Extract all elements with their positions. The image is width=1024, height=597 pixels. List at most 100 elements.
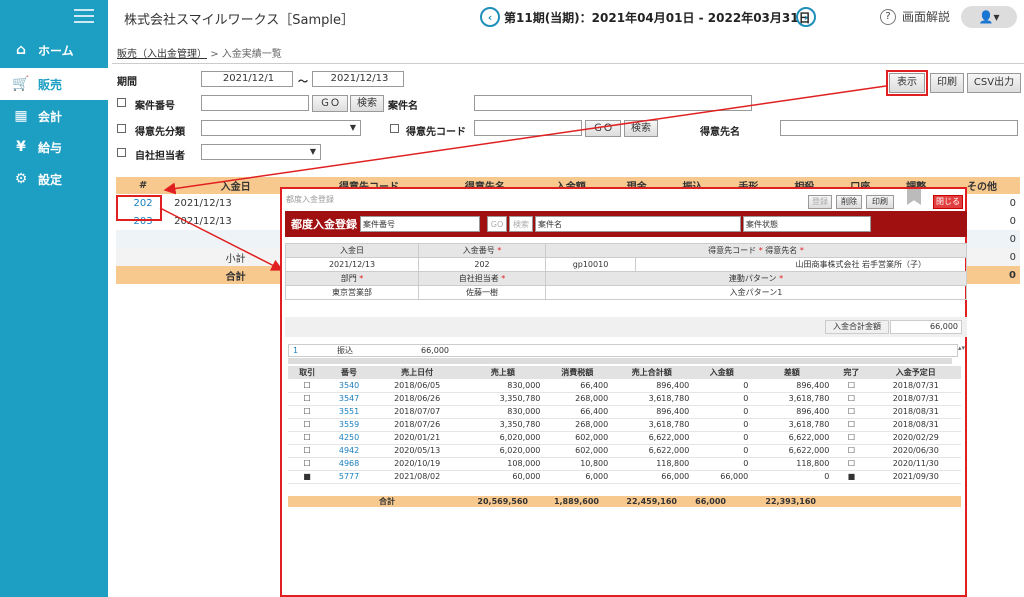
client-name-value: 山田商事株式会社 岩手営業所（子） (635, 257, 967, 272)
detail-done[interactable]: ☐ (832, 392, 871, 406)
staff-checkbox[interactable] (117, 148, 126, 157)
help-link[interactable]: ? 画面解説 (880, 8, 950, 25)
detail-chk[interactable]: ☐ (288, 431, 327, 445)
case-no-input[interactable] (201, 95, 309, 111)
nav-item-sales[interactable]: 🛒 販売 (0, 68, 108, 100)
client-code-value[interactable]: gp10010 (545, 257, 636, 272)
detail-no[interactable]: 3547 (326, 392, 372, 406)
date-value[interactable]: 2021/12/13 (285, 257, 419, 272)
client-cat-select[interactable]: ▼ (201, 120, 361, 136)
detail-no[interactable]: 4942 (326, 444, 372, 458)
detail-done[interactable]: ■ (832, 470, 871, 484)
search-button-2[interactable]: 検索 (624, 120, 658, 137)
next-period-icon[interactable]: › (796, 7, 816, 27)
detail-no[interactable]: 4968 (326, 457, 372, 471)
delete-button[interactable]: 削除 (836, 195, 862, 209)
detail-row: ☐ 4968 2020/10/19 108,000 10,800 118,800 0 118,… (288, 457, 961, 471)
detail-row: ☐ 3551 2018/07/07 830,000 66,400 896,400 0 896,… (288, 405, 961, 419)
go-button-2[interactable]: ＧＯ (585, 120, 621, 137)
detail-no[interactable]: 4250 (326, 431, 372, 445)
col-header: # (116, 177, 171, 194)
hamburger-menu-icon[interactable] (74, 9, 94, 23)
client-name-input[interactable] (780, 120, 1018, 136)
detail-done[interactable]: ☐ (832, 431, 871, 445)
modal-go-button[interactable]: GO (487, 216, 507, 232)
user-menu-button[interactable]: 👤▾ (961, 6, 1017, 28)
detail-chk[interactable]: ☐ (288, 379, 327, 393)
staff-label: 自社担当者 (135, 151, 185, 162)
detail-no[interactable]: 5777 (326, 470, 372, 484)
detail-no[interactable]: 3559 (326, 418, 372, 432)
detail-no[interactable]: 3551 (326, 405, 372, 419)
detail-done[interactable]: ☐ (832, 457, 871, 471)
detail-paid: 0 (692, 444, 752, 458)
detail-row: ☐ 3559 2018/07/26 3,350,780 268,000 3,618,780… (288, 418, 961, 432)
detail-chk[interactable]: ☐ (288, 392, 327, 406)
print-button[interactable]: 印刷 (930, 73, 964, 93)
case-name-input[interactable] (474, 95, 752, 111)
payment-modal: 都度入金登録 登録 削除 印刷 閉じる 都度入金登録 案件番号 GO 検索 案件… (280, 187, 967, 597)
detail-done[interactable]: ☐ (832, 405, 871, 419)
register-button[interactable]: 登録 (808, 195, 832, 209)
modal-case-name-field[interactable]: 案件名 (535, 216, 741, 232)
detail-total: 66,000 (611, 470, 693, 484)
period-label: 期間 (117, 77, 137, 88)
client-cat-checkbox[interactable] (117, 124, 126, 133)
client-code-input[interactable] (474, 120, 582, 136)
date-to-input[interactable]: 2021/12/13 (312, 71, 404, 87)
client-name-label: 得意先名 (700, 127, 740, 138)
question-icon: ? (880, 8, 896, 25)
case-no-checkbox[interactable] (117, 98, 126, 107)
pattern-value[interactable]: 入金パターン1 (545, 285, 967, 300)
user-icon: 👤▾ (978, 10, 1000, 24)
detail-sales: 60,000 (462, 470, 544, 484)
detail-done[interactable]: ☐ (832, 444, 871, 458)
modal-case-no-field[interactable]: 案件番号 (360, 216, 480, 232)
modal-search-button[interactable]: 検索 (509, 216, 533, 232)
prev-period-icon[interactable]: ‹ (480, 7, 500, 27)
detail-diff: 896,400 (751, 405, 833, 419)
detail-col-header: 完了 (832, 366, 871, 379)
tilde: ～ (298, 77, 308, 88)
date-from-input[interactable]: 2021/12/1 (201, 71, 293, 87)
no-value[interactable]: 202 (418, 257, 546, 272)
bookmark-icon[interactable] (907, 189, 921, 205)
detail-done[interactable]: ☐ (832, 418, 871, 432)
detail-chk[interactable]: ☐ (288, 444, 327, 458)
detail-col-header: 売上合計額 (611, 366, 693, 379)
row-number-link[interactable] (116, 230, 170, 248)
nav-item-settings[interactable]: ⚙ 設定 (0, 163, 108, 195)
csv-button[interactable]: CSV出力 (967, 73, 1021, 93)
close-button[interactable]: 閉じる (933, 195, 963, 209)
nav-item-accounting[interactable]: ▦ 会計 (0, 100, 108, 132)
detail-chk[interactable]: ☐ (288, 405, 327, 419)
client-code-checkbox[interactable] (390, 124, 399, 133)
go-button[interactable]: ＧＯ (312, 95, 348, 112)
staff-select[interactable]: ▼ (201, 144, 321, 160)
detail-done[interactable]: ☐ (832, 379, 871, 393)
detail-paid: 0 (692, 405, 752, 419)
calculator-icon: ▦ (14, 108, 28, 124)
scroll-arrows-icon[interactable]: ▴▾ (958, 344, 965, 352)
total-label: 合計 (288, 496, 398, 507)
nav-item-payroll[interactable]: ¥ 給与 (0, 131, 108, 163)
gear-icon: ⚙ (14, 171, 28, 187)
breadcrumb-current: 入金実績一覧 (221, 49, 282, 60)
detail-row: ☐ 3547 2018/06/26 3,350,780 268,000 3,618,780… (288, 392, 961, 406)
detail-chk[interactable]: ■ (288, 470, 327, 484)
staff-value[interactable]: 佐藤一樹 (418, 285, 546, 300)
dept-value[interactable]: 東京営業部 (285, 285, 419, 300)
client-code-label: 得意先コード (406, 127, 466, 138)
detail-no[interactable]: 3540 (326, 379, 372, 393)
modal-case-status-field[interactable]: 案件状態 (743, 216, 871, 232)
modal-info-table: 入金日 入金番号 * 得意先コード * 得意先名 * 2021/12/13 202 gp… (285, 243, 967, 300)
modal-print-button[interactable]: 印刷 (866, 195, 894, 209)
detail-sales: 6,020,000 (462, 444, 544, 458)
detail-chk[interactable]: ☐ (288, 457, 327, 471)
search-button[interactable]: 検索 (350, 95, 384, 112)
breadcrumb-parent-link[interactable]: 販売（入出金管理） (117, 49, 207, 60)
payment-line[interactable]: 1 振込 66,000 (288, 344, 958, 357)
detail-chk[interactable]: ☐ (288, 418, 327, 432)
nav-item-home[interactable]: ⌂ ホーム (0, 34, 108, 66)
horizontal-scrollbar[interactable] (288, 358, 952, 364)
